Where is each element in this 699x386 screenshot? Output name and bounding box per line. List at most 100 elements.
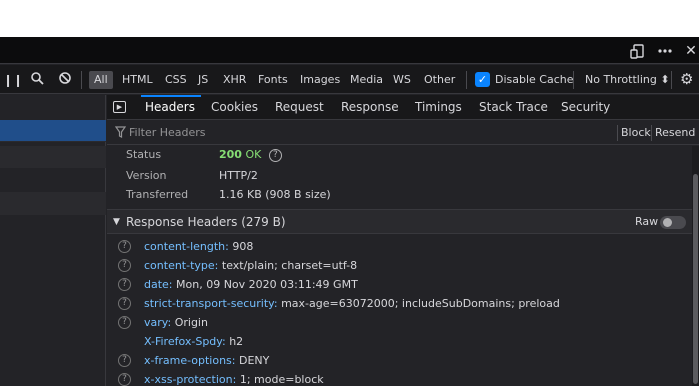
tab-cookies[interactable]: Cookies: [211, 95, 258, 119]
filter-ws-button[interactable]: WS: [391, 71, 413, 89]
request-row[interactable]: [0, 146, 106, 168]
version-value: HTTP/2: [219, 169, 258, 182]
header-value: 908: [232, 240, 254, 253]
responsive-design-icon[interactable]: [630, 42, 648, 60]
disable-cache-label[interactable]: Disable Cache: [493, 71, 576, 89]
header-value: DENY: [239, 354, 270, 367]
headers-panel: Status 200 OK ? Version HTTP/2 Transferr…: [107, 146, 692, 386]
status-code: 200: [219, 148, 242, 161]
header-row: ? content-type: text/plain; charset=utf-…: [107, 257, 692, 276]
header-name: x-frame-options:: [144, 354, 236, 367]
details-tabbar: ▶ Headers Cookies Request Response Timin…: [107, 95, 699, 120]
devtools-panel: ✕ ❙❙ All HTML CSS JS XHR Fonts Images Me…: [0, 37, 699, 386]
block-button[interactable]: Block: [621, 125, 651, 141]
header-row: ? content-length: 908: [107, 238, 692, 257]
filter-html-button[interactable]: HTML: [120, 71, 155, 89]
header-name: content-type:: [144, 259, 219, 272]
raw-label: Raw: [635, 215, 659, 228]
header-name: date:: [144, 278, 173, 291]
header-row: ? x-frame-options: DENY: [107, 352, 692, 371]
help-icon[interactable]: ?: [118, 240, 131, 253]
request-row[interactable]: [0, 193, 106, 215]
help-icon[interactable]: ?: [118, 278, 131, 291]
tab-security[interactable]: Security: [561, 95, 610, 119]
gear-icon[interactable]: ⚙: [678, 70, 695, 88]
toolbar-separator: [651, 125, 652, 141]
header-value: Mon, 09 Nov 2020 03:11:49 GMT: [176, 278, 358, 291]
header-name: x-xss-protection:: [144, 373, 237, 386]
toolbar-separator: [573, 71, 574, 89]
request-list: [0, 95, 106, 386]
version-row: Version HTTP/2: [107, 167, 692, 187]
help-icon[interactable]: ?: [118, 373, 131, 386]
more-options-icon[interactable]: [656, 42, 674, 60]
filter-all-button[interactable]: All: [89, 71, 113, 89]
transferred-label: Transferred: [126, 188, 189, 201]
header-row: ? x-xss-protection: 1; mode=block: [107, 371, 692, 386]
header-value: text/plain; charset=utf-8: [221, 259, 358, 272]
response-headers-title: Response Headers (279 B): [126, 215, 286, 229]
filter-media-button[interactable]: Media: [348, 71, 385, 89]
toolbar-separator: [671, 71, 672, 89]
help-icon[interactable]: ?: [268, 148, 282, 162]
filter-js-button[interactable]: JS: [196, 71, 210, 89]
transferred-value: 1.16 KB (908 B size): [219, 188, 331, 201]
header-name: vary:: [144, 316, 172, 329]
response-headers-section-header[interactable]: ▼ Response Headers (279 B) Raw: [107, 209, 692, 234]
filter-images-button[interactable]: Images: [298, 71, 342, 89]
toolbar-separator: [81, 71, 82, 89]
devtools-top-toolbar: ✕: [0, 37, 699, 64]
header-value: 1; mode=block: [239, 373, 324, 386]
version-label: Version: [126, 169, 167, 182]
filter-xhr-button[interactable]: XHR: [221, 71, 248, 89]
collapse-triangle-icon[interactable]: ▼: [113, 215, 120, 229]
request-row[interactable]: [0, 120, 106, 142]
filter-headers-bar: Filter Headers Block Resend ▾: [107, 121, 699, 155]
raw-toggle[interactable]: [660, 216, 686, 229]
help-icon[interactable]: ?: [118, 259, 131, 272]
tab-response[interactable]: Response: [341, 95, 399, 119]
filter-fonts-button[interactable]: Fonts: [256, 71, 290, 89]
network-filter-toolbar: ❙❙ All HTML CSS JS XHR Fonts Images Medi…: [0, 65, 699, 94]
header-row: ? vary: Origin: [107, 314, 692, 333]
help-icon[interactable]: ?: [118, 297, 131, 310]
filter-other-button[interactable]: Other: [422, 71, 457, 89]
filter-funnel-icon: [114, 125, 127, 144]
block-requests-icon[interactable]: [56, 69, 74, 87]
header-row: X-Firefox-Spdy: h2: [107, 333, 692, 352]
close-icon[interactable]: ✕: [682, 42, 699, 60]
transferred-row: Transferred 1.16 KB (908 B size): [107, 186, 692, 206]
search-icon[interactable]: [28, 69, 46, 87]
tab-stack-trace[interactable]: Stack Trace: [479, 95, 548, 119]
help-icon[interactable]: ?: [118, 354, 131, 367]
status-row: Status 200 OK ?: [107, 146, 692, 166]
request-row[interactable]: [0, 171, 106, 193]
page-viewport: [0, 0, 699, 37]
header-row: ? date: Mon, 09 Nov 2020 03:11:49 GMT: [107, 276, 692, 295]
header-value: Origin: [174, 316, 208, 329]
status-value: 200 OK ?: [219, 146, 282, 164]
filter-css-button[interactable]: CSS: [163, 71, 189, 89]
vertical-scrollbar[interactable]: [692, 146, 699, 386]
disable-cache-checkbox[interactable]: ✓: [475, 72, 490, 87]
tab-headers[interactable]: Headers: [145, 95, 195, 119]
tab-timings[interactable]: Timings: [415, 95, 462, 119]
help-icon[interactable]: ?: [118, 316, 131, 329]
toggle-sidebar-icon[interactable]: ▶: [113, 101, 126, 113]
header-row: ? strict-transport-security: max-age=630…: [107, 295, 692, 314]
scrollbar-thumb[interactable]: [693, 174, 698, 384]
toggle-knob: [663, 218, 672, 227]
status-text: OK: [245, 148, 262, 161]
header-name: content-length:: [144, 240, 229, 253]
header-value: max-age=63072000; includeSubDomains; pre…: [281, 297, 560, 310]
tab-request[interactable]: Request: [275, 95, 324, 119]
throttling-select[interactable]: No Throttling ⬍: [583, 71, 672, 89]
status-label: Status: [126, 148, 162, 161]
header-name: strict-transport-security:: [144, 297, 278, 310]
header-value: h2: [229, 335, 244, 348]
toolbar-separator: [466, 71, 467, 89]
header-name: X-Firefox-Spdy:: [144, 335, 226, 348]
pause-icon[interactable]: ❙❙: [1, 71, 25, 89]
toolbar-separator: [617, 125, 618, 141]
filter-headers-input[interactable]: Filter Headers: [129, 125, 206, 141]
